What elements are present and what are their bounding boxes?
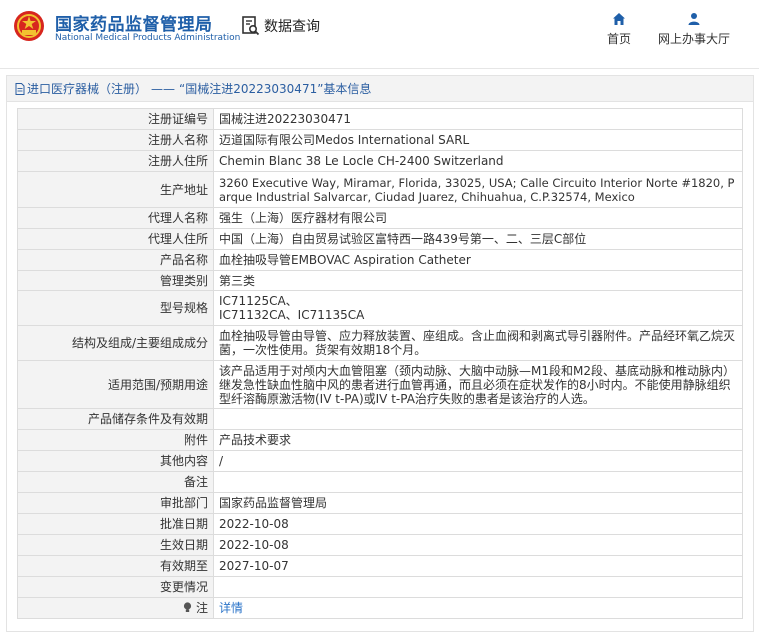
row-value: 国械注进20223030471 bbox=[213, 108, 743, 130]
row-value: 血栓抽吸导管EMBOVAC Aspiration Catheter bbox=[213, 249, 743, 271]
row-value: 2027-10-07 bbox=[213, 555, 743, 577]
table-row: 管理类别 第三类 bbox=[17, 270, 743, 291]
row-label: 适用范围/预期用途 bbox=[17, 360, 214, 409]
user-icon bbox=[688, 13, 700, 25]
table-row: 注册人名称 迈道国际有限公司Medos International SARL bbox=[17, 129, 743, 151]
table-row: 注册人住所 Chemin Blanc 38 Le Locle CH-2400 S… bbox=[17, 150, 743, 172]
row-value: 中国（上海）自由贸易试验区富特西一路439号第一、二、三层C部位 bbox=[213, 228, 743, 250]
data-query-link[interactable]: 数据查询 bbox=[242, 16, 320, 36]
lightbulb-icon bbox=[184, 602, 192, 612]
document-search-icon bbox=[242, 16, 260, 36]
header-divider bbox=[0, 68, 759, 69]
row-label: 产品储存条件及有效期 bbox=[17, 408, 214, 430]
row-label: 变更情况 bbox=[17, 576, 214, 598]
row-value bbox=[213, 576, 743, 598]
row-value: 该产品适用于对颅内大血管阻塞（颈内动脉、大脑中动脉—M1段和M2段、基底动脉和椎… bbox=[213, 360, 743, 409]
nav-home-label: 首页 bbox=[606, 32, 631, 46]
document-icon bbox=[15, 82, 25, 95]
nav-home[interactable]: 首页 bbox=[604, 12, 634, 47]
row-label: 管理类别 bbox=[17, 270, 214, 291]
row-value: / bbox=[213, 450, 743, 472]
table-row: 其他内容 / bbox=[17, 450, 743, 472]
registration-info-table: 注册证编号 国械注进20223030471 注册人名称 迈道国际有限公司Medo… bbox=[17, 108, 743, 619]
row-value bbox=[213, 471, 743, 493]
table-row: 注册证编号 国械注进20223030471 bbox=[17, 108, 743, 130]
table-row: 变更情况 bbox=[17, 576, 743, 598]
table-row: 生效日期 2022-10-08 bbox=[17, 534, 743, 556]
breadcrumb-separator: —— bbox=[151, 81, 176, 96]
row-label: 注册证编号 bbox=[17, 108, 214, 130]
row-label: 注 bbox=[17, 597, 214, 619]
row-value: 2022-10-08 bbox=[213, 534, 743, 556]
row-label: 代理人名称 bbox=[17, 207, 214, 229]
table-row: 审批部门 国家药品监督管理局 bbox=[17, 492, 743, 514]
model-line: IC71132CA、IC71135CA bbox=[219, 308, 365, 322]
row-label: 备注 bbox=[17, 471, 214, 493]
table-row: 附件 产品技术要求 bbox=[17, 429, 743, 451]
details-link[interactable]: 详情 bbox=[219, 601, 243, 615]
row-value: IC71125CA、 IC71132CA、IC71135CA bbox=[213, 290, 743, 326]
row-label: 其他内容 bbox=[17, 450, 214, 472]
table-row: 代理人名称 强生（上海）医疗器材有限公司 bbox=[17, 207, 743, 229]
row-label: 有效期至 bbox=[17, 555, 214, 577]
row-label: 注册人住所 bbox=[17, 150, 214, 172]
table-row: 产品储存条件及有效期 bbox=[17, 408, 743, 430]
row-value: 产品技术要求 bbox=[213, 429, 743, 451]
national-emblem-icon bbox=[14, 11, 44, 41]
note-label: 注 bbox=[195, 601, 208, 615]
nav-online-office[interactable]: 网上办事大厅 bbox=[654, 12, 734, 47]
table-row: 适用范围/预期用途 该产品适用于对颅内大血管阻塞（颈内动脉、大脑中动脉—M1段和… bbox=[17, 360, 743, 409]
row-label: 注册人名称 bbox=[17, 129, 214, 151]
row-value: 2022-10-08 bbox=[213, 513, 743, 535]
model-line: IC71125CA、 bbox=[219, 294, 298, 308]
data-query-label: 数据查询 bbox=[264, 19, 320, 35]
row-value: 第三类 bbox=[213, 270, 743, 291]
row-value: 国家药品监督管理局 bbox=[213, 492, 743, 514]
row-label: 生产地址 bbox=[17, 171, 214, 208]
row-value: 强生（上海）医疗器材有限公司 bbox=[213, 207, 743, 229]
table-row: 生产地址 3260 Executive Way, Miramar, Florid… bbox=[17, 171, 743, 208]
table-row: 备注 bbox=[17, 471, 743, 493]
table-row: 结构及组成/主要组成成分 血栓抽吸导管由导管、应力释放装置、座组成。含止血阀和剥… bbox=[17, 325, 743, 361]
breadcrumb: 进口医疗器械（注册） —— “国械注进20223030471”基本信息 bbox=[6, 75, 754, 102]
nav-office-label: 网上办事大厅 bbox=[657, 32, 730, 46]
site-header: 国家药品监督管理局 National Medical Products Admi… bbox=[0, 0, 759, 68]
row-value: 迈道国际有限公司Medos International SARL bbox=[213, 129, 743, 151]
row-label: 型号规格 bbox=[17, 290, 214, 326]
row-label: 附件 bbox=[17, 429, 214, 451]
breadcrumb-title: “国械注进20223030471”基本信息 bbox=[179, 82, 372, 96]
site-name-cn: 国家药品监督管理局 bbox=[55, 15, 213, 35]
table-row: 注 详情 bbox=[17, 597, 743, 619]
row-label: 生效日期 bbox=[17, 534, 214, 556]
row-label: 结构及组成/主要组成成分 bbox=[17, 325, 214, 361]
table-row: 产品名称 血栓抽吸导管EMBOVAC Aspiration Catheter bbox=[17, 249, 743, 271]
row-label: 产品名称 bbox=[17, 249, 214, 271]
breadcrumb-category[interactable]: 进口医疗器械（注册） bbox=[27, 80, 147, 97]
row-label: 批准日期 bbox=[17, 513, 214, 535]
row-value: 3260 Executive Way, Miramar, Florida, 33… bbox=[213, 171, 743, 208]
table-row: 型号规格 IC71125CA、 IC71132CA、IC71135CA bbox=[17, 290, 743, 326]
site-name-en: National Medical Products Administration bbox=[55, 33, 241, 43]
row-value: Chemin Blanc 38 Le Locle CH-2400 Switzer… bbox=[213, 150, 743, 172]
table-row: 代理人住所 中国（上海）自由贸易试验区富特西一路439号第一、二、三层C部位 bbox=[17, 228, 743, 250]
row-label: 代理人住所 bbox=[17, 228, 214, 250]
home-icon bbox=[613, 13, 625, 25]
table-row: 批准日期 2022-10-08 bbox=[17, 513, 743, 535]
table-row: 有效期至 2027-10-07 bbox=[17, 555, 743, 577]
row-label: 审批部门 bbox=[17, 492, 214, 514]
row-value bbox=[213, 408, 743, 430]
row-value: 详情 bbox=[213, 597, 743, 619]
row-value: 血栓抽吸导管由导管、应力释放装置、座组成。含止血阀和剥离式导引器附件。产品经环氧… bbox=[213, 325, 743, 361]
